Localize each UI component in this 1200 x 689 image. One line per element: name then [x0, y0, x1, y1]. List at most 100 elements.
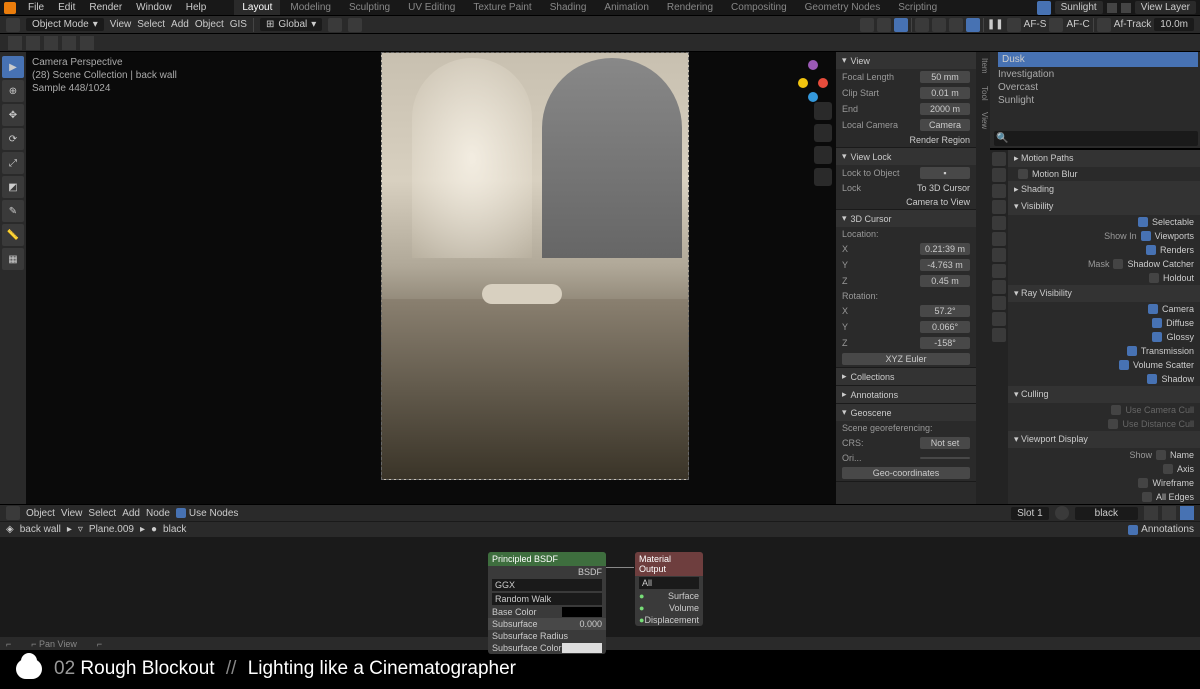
roty-value[interactable]: 0.066°: [920, 321, 970, 333]
menu-window[interactable]: Window: [130, 0, 178, 15]
persp-icon[interactable]: [814, 168, 832, 186]
node-menu-select[interactable]: Select: [88, 508, 116, 519]
axis-neg-icon[interactable]: [808, 92, 818, 102]
viewport-3d[interactable]: Camera Perspective (28) Scene Collection…: [26, 52, 836, 504]
axis-z-icon[interactable]: [808, 60, 818, 70]
menu-edit[interactable]: Edit: [52, 0, 81, 15]
shading-header[interactable]: ▸ Shading: [1008, 181, 1200, 198]
xray-icon[interactable]: [894, 18, 908, 32]
motionblur-check[interactable]: [1018, 169, 1028, 179]
shadowcatcher-check[interactable]: [1113, 259, 1123, 269]
render-region-check[interactable]: Render Region: [909, 135, 970, 145]
clip-dist-value[interactable]: 10.0m: [1154, 18, 1194, 31]
aftrack-icon[interactable]: [1097, 18, 1111, 32]
scene-new-icon[interactable]: [1107, 3, 1117, 13]
shade-mat-icon[interactable]: [949, 18, 963, 32]
distcull-check[interactable]: [1108, 419, 1118, 429]
tb-object[interactable]: Object: [195, 19, 224, 30]
n-tab-tool[interactable]: Tool: [976, 80, 990, 107]
node-menu-add[interactable]: Add: [122, 508, 140, 519]
motionpaths-header[interactable]: ▸ Motion Paths: [1008, 150, 1200, 167]
n-tab-view[interactable]: View: [976, 106, 990, 135]
node-menu-node[interactable]: Node: [146, 508, 170, 519]
tool-sq-1[interactable]: [8, 36, 22, 50]
rotx-value[interactable]: 57.2°: [920, 305, 970, 317]
selectable-check[interactable]: [1138, 217, 1148, 227]
holdout-check[interactable]: [1149, 273, 1159, 283]
principled-bsdf-node[interactable]: Principled BSDF BSDF GGX Random Walk Bas…: [488, 552, 606, 654]
rotate-tool-icon[interactable]: ⟳: [2, 128, 24, 150]
tab-rendering[interactable]: Rendering: [659, 0, 721, 15]
prop-tab-modifier-icon[interactable]: [992, 248, 1006, 262]
culling-header[interactable]: ▾ Culling: [1008, 386, 1200, 403]
cursor-header[interactable]: ▾ 3D Cursor: [836, 210, 976, 227]
tb-add[interactable]: Add: [171, 19, 189, 30]
pin-icon[interactable]: [1144, 506, 1158, 520]
tab-compositing[interactable]: Compositing: [723, 0, 795, 15]
renders-check[interactable]: [1146, 245, 1156, 255]
lockobj-field[interactable]: ▪: [920, 167, 970, 179]
rayvis-header[interactable]: ▾ Ray Visibility: [1008, 285, 1200, 302]
tool-sq-5[interactable]: [80, 36, 94, 50]
snap-node-icon[interactable]: [1162, 506, 1176, 520]
tab-geonodes[interactable]: Geometry Nodes: [797, 0, 889, 15]
aftrack-label[interactable]: Af-Track: [1114, 19, 1151, 30]
collections-header[interactable]: ▸ Collections: [836, 368, 976, 385]
bread-world[interactable]: back wall: [20, 524, 61, 535]
prop-tab-physics-icon[interactable]: [992, 280, 1006, 294]
prop-tab-output-icon[interactable]: [992, 168, 1006, 182]
zoom-icon[interactable]: [814, 102, 832, 120]
pan-icon[interactable]: [814, 124, 832, 142]
prop-tab-constraint-icon[interactable]: [992, 296, 1006, 310]
geocoord-button[interactable]: Geo-coordinates: [842, 467, 970, 479]
scene-selector[interactable]: Sunlight: [1055, 1, 1103, 14]
tool-sq-3[interactable]: [44, 36, 58, 50]
tab-uv[interactable]: UV Editing: [400, 0, 463, 15]
annotate-tool-icon[interactable]: ✎: [2, 200, 24, 222]
rotz-value[interactable]: -158°: [920, 337, 970, 349]
wireframe-check[interactable]: [1138, 478, 1148, 488]
camera-check[interactable]: [1148, 304, 1158, 314]
geoscene-header[interactable]: ▾ Geoscene: [836, 404, 976, 421]
shade-solid-icon[interactable]: [932, 18, 946, 32]
locx-value[interactable]: 0.21:39 m: [920, 243, 970, 255]
scene-opt-1[interactable]: Overcast: [990, 81, 1200, 94]
scene-del-icon[interactable]: [1121, 3, 1131, 13]
tab-shading[interactable]: Shading: [542, 0, 595, 15]
camera-icon[interactable]: [814, 146, 832, 164]
tab-texture[interactable]: Texture Paint: [465, 0, 539, 15]
node1-randomwalk[interactable]: Random Walk: [492, 593, 602, 605]
crs-value[interactable]: Not set: [920, 437, 970, 449]
node2-all[interactable]: All: [639, 577, 699, 589]
usenodes-check[interactable]: [176, 508, 186, 518]
overlay-icon[interactable]: [860, 18, 874, 32]
bread-obj[interactable]: Plane.009: [89, 524, 134, 535]
shade-wire-icon[interactable]: [915, 18, 929, 32]
focal-value[interactable]: 50 mm: [920, 71, 970, 83]
locz-value[interactable]: 0.45 m: [920, 275, 970, 287]
lock-cam-icon[interactable]: [1007, 18, 1021, 32]
to3d-check[interactable]: To 3D Cursor: [917, 183, 970, 193]
node1-ggx[interactable]: GGX: [492, 579, 602, 591]
prop-tab-render-icon[interactable]: [992, 152, 1006, 166]
add-cube-tool-icon[interactable]: ▦: [2, 248, 24, 270]
tool-sq-4[interactable]: [62, 36, 76, 50]
prop-tab-view-icon[interactable]: [992, 184, 1006, 198]
scene-opt-0[interactable]: Investigation: [990, 68, 1200, 81]
prop-tab-object-icon[interactable]: [992, 232, 1006, 246]
viewlock-header[interactable]: ▾ View Lock: [836, 148, 976, 165]
material-name[interactable]: black: [1075, 507, 1138, 520]
viewports-check[interactable]: [1141, 231, 1151, 241]
axis-y-icon[interactable]: [798, 78, 808, 88]
tb-gis[interactable]: GIS: [230, 19, 247, 30]
node-menu-view[interactable]: View: [61, 508, 83, 519]
snap-icon[interactable]: [328, 18, 342, 32]
node-menu-object[interactable]: Object: [26, 508, 55, 519]
editor-type-node-icon[interactable]: [6, 506, 20, 520]
prop-tab-particle-icon[interactable]: [992, 264, 1006, 278]
transform-tool-icon[interactable]: ◩: [2, 176, 24, 198]
viewlayer-selector[interactable]: View Layer: [1135, 1, 1196, 14]
scale-tool-icon[interactable]: ⤢: [2, 152, 24, 174]
af-s-label[interactable]: AF-S: [1024, 19, 1047, 30]
n-tab-item[interactable]: Item: [976, 52, 990, 80]
